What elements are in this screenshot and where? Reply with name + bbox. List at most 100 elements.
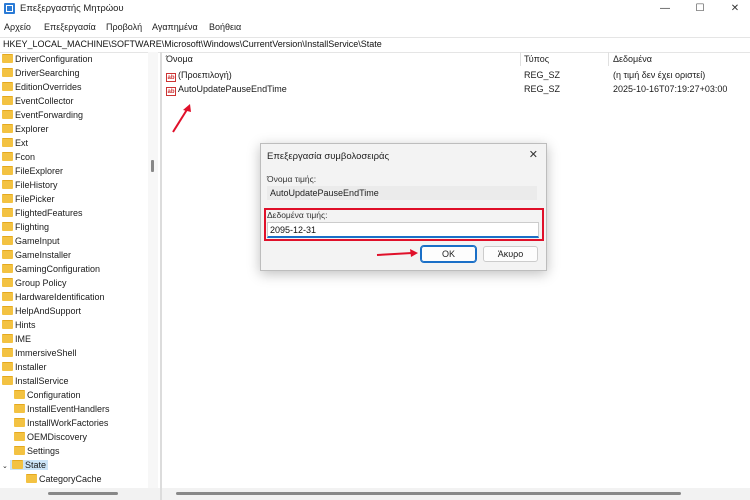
- value-name-label: Όνομα τιμής:: [267, 174, 317, 184]
- folder-icon: [14, 404, 25, 413]
- string-value-icon: ab: [166, 73, 176, 82]
- tree-item[interactable]: FlightedFeatures: [2, 206, 83, 220]
- folder-icon: [2, 180, 13, 189]
- tree-item[interactable]: Installer: [2, 360, 47, 374]
- tree-item[interactable]: Fcon: [2, 150, 35, 164]
- folder-icon: [2, 54, 13, 63]
- values-hscrollbar[interactable]: [162, 488, 750, 500]
- tree-item-installservice[interactable]: InstallService: [2, 374, 69, 388]
- annotation-arrow-ok: [376, 249, 418, 257]
- regedit-icon: [4, 3, 15, 14]
- tree-item[interactable]: Ext: [2, 136, 28, 150]
- tree-item[interactable]: DriverSearching: [2, 66, 80, 80]
- tree-item[interactable]: DriverConfiguration: [2, 52, 93, 66]
- folder-icon: [2, 152, 13, 161]
- tree-item[interactable]: GameInput: [2, 234, 60, 248]
- folder-icon: [2, 348, 13, 357]
- tree-item[interactable]: FileExplorer: [2, 164, 63, 178]
- dialog-close-icon[interactable]: ✕: [529, 148, 538, 161]
- folder-icon: [2, 334, 13, 343]
- scroll-thumb[interactable]: [151, 160, 154, 172]
- tree-hscrollbar[interactable]: [0, 488, 160, 500]
- maximize-button[interactable]: ☐: [692, 2, 708, 16]
- title-bar: Επεξεργαστής Μητρώου — ☐ ✕: [0, 0, 750, 18]
- tree-item[interactable]: GameInstaller: [2, 248, 71, 262]
- tree-item[interactable]: Flighting: [2, 220, 49, 234]
- tree-scrollbar[interactable]: [148, 52, 158, 488]
- folder-icon: [14, 446, 25, 455]
- menu-view[interactable]: Προβολή: [106, 22, 142, 32]
- ok-button[interactable]: OK: [420, 245, 477, 263]
- tree-item[interactable]: OEMDiscovery: [14, 430, 87, 444]
- tree-item[interactable]: FilePicker: [2, 192, 55, 206]
- chevron-down-icon: ⌄: [2, 463, 8, 470]
- tree-item[interactable]: InstallEventHandlers: [14, 402, 110, 416]
- scroll-thumb[interactable]: [48, 492, 118, 495]
- tree-item[interactable]: Explorer: [2, 122, 49, 136]
- cancel-button[interactable]: Άκυρο: [483, 246, 538, 262]
- folder-icon: [2, 68, 13, 77]
- menu-edit[interactable]: Επεξεργασία: [44, 22, 96, 32]
- folder-icon: [2, 96, 13, 105]
- column-divider[interactable]: [520, 52, 521, 66]
- tree-item[interactable]: InstallWorkFactories: [14, 416, 108, 430]
- folder-icon: [2, 110, 13, 119]
- folder-icon: [2, 222, 13, 231]
- minimize-button[interactable]: —: [657, 2, 673, 16]
- tree-item[interactable]: IME: [2, 332, 31, 346]
- annotation-highlight-box: [264, 208, 544, 241]
- menu-help[interactable]: Βοήθεια: [209, 22, 241, 32]
- tree-item[interactable]: EditionOverrides: [2, 80, 82, 94]
- menu-bar: Αρχείο Επεξεργασία Προβολή Αγαπημένα Βοή…: [0, 19, 750, 35]
- tree-item[interactable]: Configuration: [14, 388, 81, 402]
- pane-splitter[interactable]: [160, 52, 162, 500]
- folder-icon: [12, 460, 23, 469]
- folder-icon: [26, 474, 37, 483]
- folder-icon: [2, 278, 13, 287]
- scroll-thumb[interactable]: [176, 492, 681, 495]
- tree-item[interactable]: Group Policy: [2, 276, 67, 290]
- tree-item[interactable]: EventCollector: [2, 94, 74, 108]
- folder-icon: [2, 236, 13, 245]
- folder-icon: [2, 166, 13, 175]
- string-value-icon: ab: [166, 87, 176, 96]
- value-name-field: AutoUpdatePauseEndTime: [267, 186, 537, 200]
- folder-icon: [2, 250, 13, 259]
- tree-item[interactable]: Settings: [14, 444, 60, 458]
- tree-item[interactable]: EventForwarding: [2, 108, 83, 122]
- folder-icon: [2, 362, 13, 371]
- folder-icon: [2, 208, 13, 217]
- tree-item[interactable]: HelpAndSupport: [2, 304, 81, 318]
- folder-icon: [14, 418, 25, 427]
- column-header-name[interactable]: Όνομα: [166, 54, 193, 64]
- value-row[interactable]: ab (Προεπιλογή) REG_SZ (η τιμή δεν έχει ο…: [166, 68, 746, 82]
- column-header-type[interactable]: Τύπος: [524, 54, 549, 64]
- tree-item[interactable]: CategoryCache: [26, 472, 102, 486]
- menu-favorites[interactable]: Αγαπημένα: [152, 22, 198, 32]
- key-tree: DriverConfiguration DriverSearching Edit…: [0, 52, 146, 488]
- folder-icon: [2, 264, 13, 273]
- address-path: HKEY_LOCAL_MACHINE\SOFTWARE\Microsoft\Wi…: [3, 39, 382, 49]
- annotation-arrow: [172, 104, 191, 133]
- menu-file[interactable]: Αρχείο: [4, 22, 31, 32]
- tree-item[interactable]: FileHistory: [2, 178, 58, 192]
- tree-item-state[interactable]: ⌄ State: [2, 458, 49, 472]
- window-title: Επεξεργαστής Μητρώου: [20, 3, 124, 14]
- tree-item[interactable]: Hints: [2, 318, 36, 332]
- folder-icon: [14, 432, 25, 441]
- folder-icon: [14, 390, 25, 399]
- column-divider[interactable]: [608, 52, 609, 66]
- column-header-data[interactable]: Δεδομένα: [613, 54, 652, 64]
- address-bar[interactable]: HKEY_LOCAL_MACHINE\SOFTWARE\Microsoft\Wi…: [0, 37, 750, 53]
- folder-icon: [2, 138, 13, 147]
- folder-icon: [2, 124, 13, 133]
- value-row[interactable]: ab AutoUpdatePauseEndTime REG_SZ 2025-10-…: [166, 82, 746, 96]
- folder-icon: [2, 376, 13, 385]
- tree-item[interactable]: ImmersiveShell: [2, 346, 77, 360]
- dialog-title: Επεξεργασία συμβολοσειράς: [267, 151, 390, 162]
- close-button[interactable]: ✕: [727, 2, 743, 16]
- folder-icon: [2, 320, 13, 329]
- tree-item[interactable]: GamingConfiguration: [2, 262, 100, 276]
- folder-icon: [2, 292, 13, 301]
- tree-item[interactable]: HardwareIdentification: [2, 290, 105, 304]
